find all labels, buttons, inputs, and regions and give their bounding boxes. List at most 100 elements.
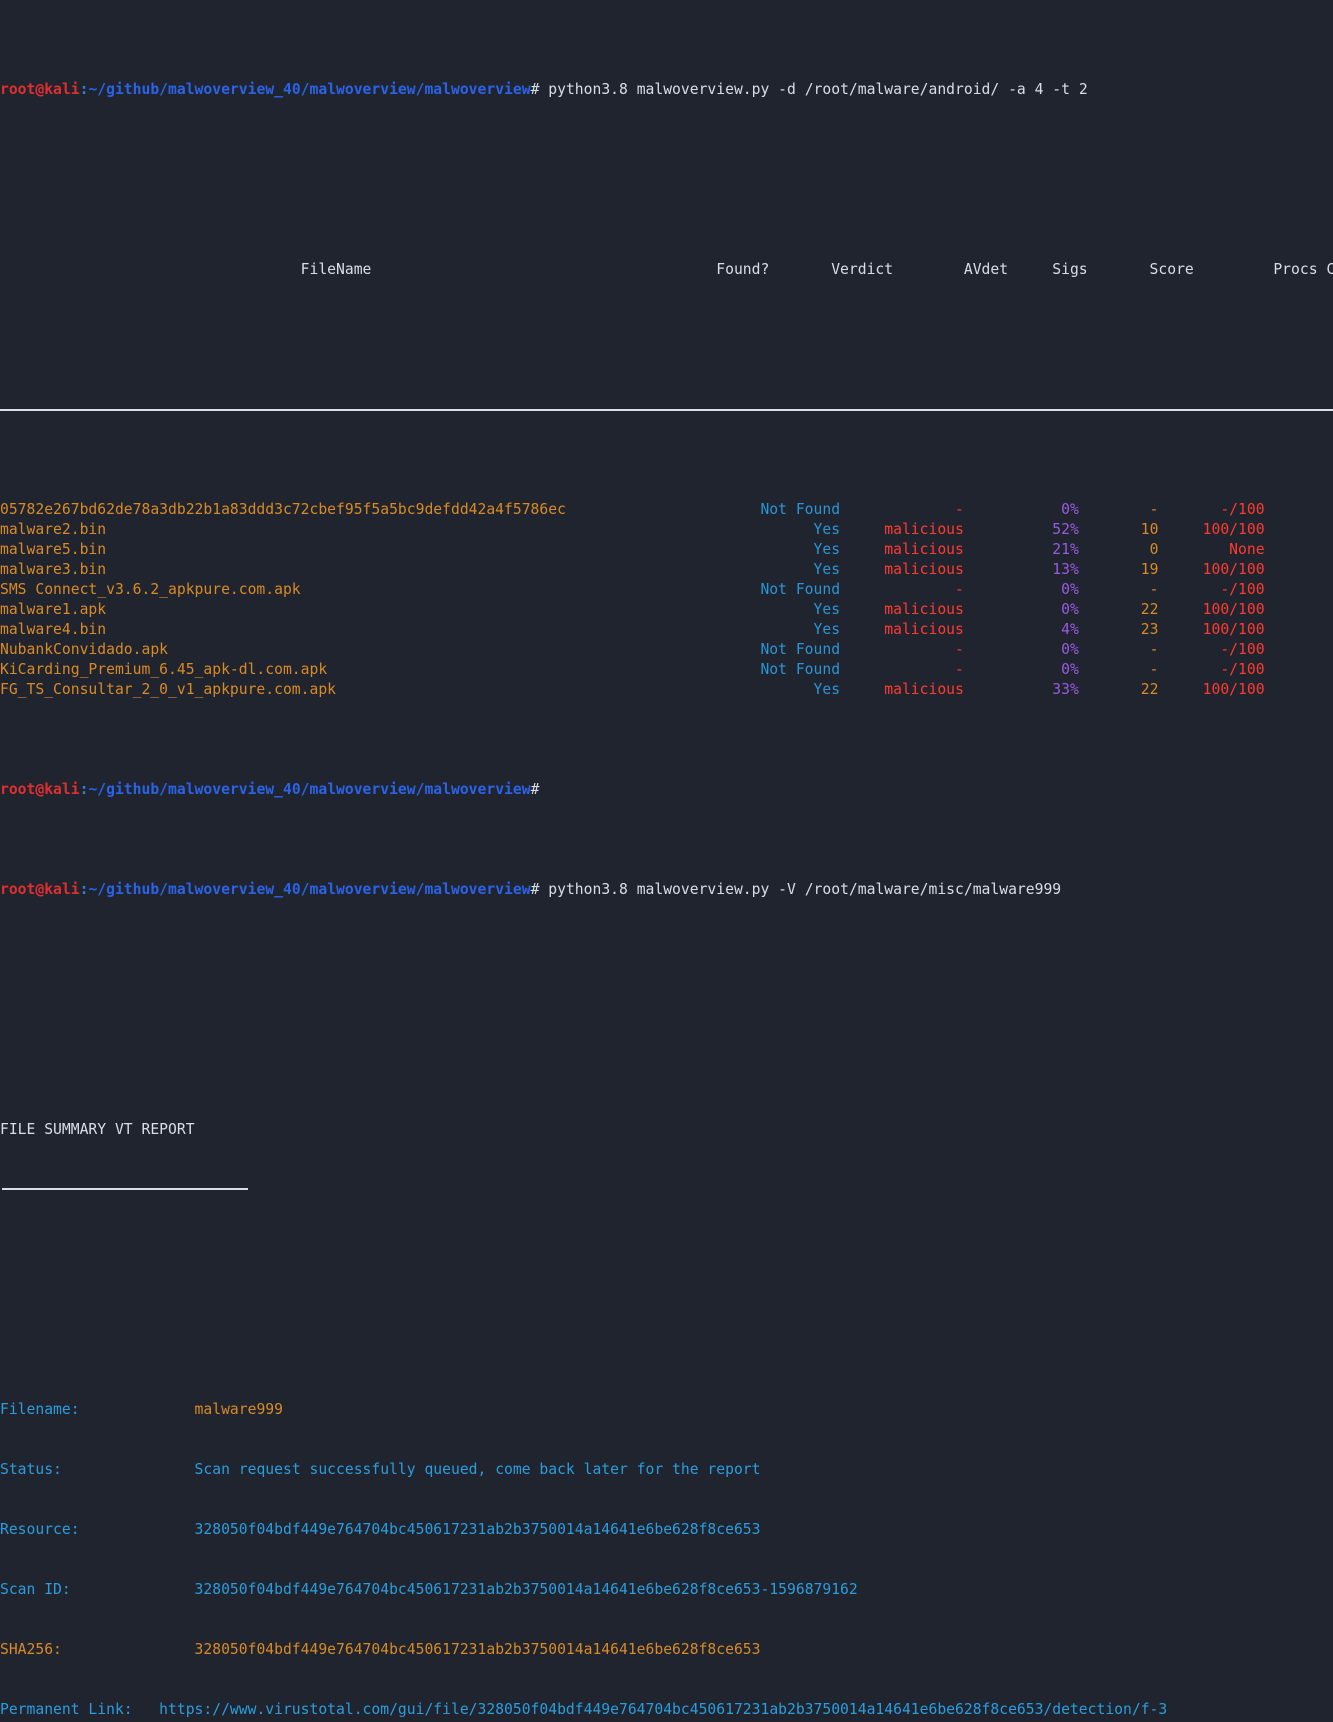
table-row[interactable]: malware2.bin Yes malicious 52% 10 100/10… <box>0 520 1333 540</box>
cell-procs: - <box>1265 641 1333 658</box>
cell-score: -/100 <box>1158 501 1265 518</box>
cell-found: Yes <box>742 601 841 618</box>
prompt-host: kali <box>44 81 80 98</box>
prompt-user: root <box>0 781 36 798</box>
table-row[interactable]: KiCarding_Premium_6.45_apk-dl.com.apk No… <box>0 660 1333 680</box>
cell-sigs: 22 <box>1078 601 1159 618</box>
cell-sigs: - <box>1078 581 1159 598</box>
cell-score: 100/100 <box>1158 601 1265 618</box>
cell-score: 100/100 <box>1158 521 1265 538</box>
summary-row-status: Status: Scan request successfully queued… <box>0 1461 761 1478</box>
prompt-host: kali <box>44 881 80 898</box>
cell-avdet: 0% <box>963 581 1079 598</box>
cell-found: Yes <box>742 621 841 638</box>
table-header-row: FileName Found? Verdict AVdet Sigs Score… <box>0 261 1333 278</box>
command-text-2: python3.8 malwoverview.py -V /root/malwa… <box>539 881 1062 898</box>
prompt-path: ~/github/malwoverview_40/malwoverview/ma… <box>88 81 531 98</box>
prompt-user: root <box>0 81 36 98</box>
cell-found: Not Found <box>742 661 841 678</box>
table-row[interactable]: FG_TS_Consultar_2_0_v1_apkpure.com.apk Y… <box>0 680 1333 700</box>
cell-procs: 0 <box>1265 541 1333 558</box>
prompt-host: kali <box>44 781 80 798</box>
cell-found: Yes <box>742 681 841 698</box>
cell-score: 100/100 <box>1158 561 1265 578</box>
cell-sigs: 22 <box>1078 681 1159 698</box>
cell-found: Yes <box>742 521 841 538</box>
cell-verdict: - <box>840 501 964 518</box>
file-summary-heading: FILE SUMMARY VT REPORT <box>0 1121 195 1138</box>
cell-procs: 0 <box>1265 681 1333 698</box>
table-row[interactable]: malware5.bin Yes malicious 21% 0 None 0 … <box>0 540 1333 560</box>
summary-row-sha256: SHA256: 328050f04bdf449e764704bc45061723… <box>0 1641 761 1658</box>
table-row[interactable]: NubankConvidado.apk Not Found - 0% - -/1… <box>0 640 1333 660</box>
filename-value: malware999 <box>194 1401 283 1418</box>
table-row[interactable]: malware1.apk Yes malicious 0% 22 100/100… <box>0 600 1333 620</box>
prompt-at: @ <box>35 81 45 98</box>
sha256-value: 328050f04bdf449e764704bc450617231ab2b375… <box>194 1641 761 1658</box>
cell-avdet: 0% <box>963 501 1079 518</box>
cell-sigs: - <box>1078 641 1159 658</box>
summary-row-filename: Filename: malware999 <box>0 1401 283 1418</box>
prompt-hash: # <box>530 781 540 798</box>
cell-filename: malware3.bin <box>0 561 743 578</box>
cell-avdet: 0% <box>963 601 1079 618</box>
cell-filename: NubankConvidado.apk <box>0 641 743 658</box>
cell-avdet: 13% <box>963 561 1079 578</box>
command-text-1: python3.8 malwoverview.py -d /root/malwa… <box>539 81 1088 98</box>
table-row[interactable]: malware3.bin Yes malicious 13% 19 100/10… <box>0 560 1333 580</box>
summary-row-resource: Resource: 328050f04bdf449e764704bc450617… <box>0 1521 761 1538</box>
cell-verdict: - <box>840 581 964 598</box>
cell-verdict: malicious <box>840 541 964 558</box>
cell-score: -/100 <box>1158 641 1265 658</box>
permalink-value-1: https://www.virustotal.com/gui/file/3280… <box>159 1701 1168 1718</box>
prompt-user: root <box>0 881 36 898</box>
cell-verdict: malicious <box>840 561 964 578</box>
cell-procs: - <box>1265 501 1333 518</box>
cell-verdict: - <box>840 661 964 678</box>
table-row[interactable]: malware4.bin Yes malicious 4% 23 100/100… <box>0 620 1333 640</box>
summary-row-permalink: Permanent Link: https://www.virustotal.c… <box>0 1701 1168 1718</box>
cell-sigs: - <box>1078 501 1159 518</box>
table-rule <box>0 400 1333 420</box>
cell-filename: malware1.apk <box>0 601 743 618</box>
prompt-path: ~/github/malwoverview_40/malwoverview/ma… <box>88 881 531 898</box>
prompt-at: @ <box>35 781 45 798</box>
cell-filename: malware5.bin <box>0 541 743 558</box>
cell-filename: FG_TS_Consultar_2_0_v1_apkpure.com.apk <box>0 681 743 698</box>
cell-score: -/100 <box>1158 581 1265 598</box>
table-row[interactable]: 05782e267bd62de78a3db22b1a83ddd3c72cbef9… <box>0 500 1333 520</box>
cell-filename: malware4.bin <box>0 621 743 638</box>
cell-sigs: 0 <box>1078 541 1159 558</box>
cell-procs: - <box>1265 581 1333 598</box>
cell-sigs: 10 <box>1078 521 1159 538</box>
cell-avdet: 21% <box>963 541 1079 558</box>
cell-avdet: 0% <box>963 641 1079 658</box>
prompt-line-1: root@kali:~/github/malwoverview_40/malwo… <box>0 80 1333 100</box>
prompt-path: ~/github/malwoverview_40/malwoverview/ma… <box>88 781 531 798</box>
cell-sigs: 23 <box>1078 621 1159 638</box>
cell-verdict: malicious <box>840 681 964 698</box>
cell-procs: 0 <box>1265 521 1333 538</box>
cell-found: Yes <box>742 561 841 578</box>
prompt-at: @ <box>35 881 45 898</box>
cell-avdet: 33% <box>963 681 1079 698</box>
cell-filename: malware2.bin <box>0 521 743 538</box>
cell-score: None <box>1158 541 1265 558</box>
cell-filename: KiCarding_Premium_6.45_apk-dl.com.apk <box>0 661 743 678</box>
cell-score: -/100 <box>1158 661 1265 678</box>
cell-found: Not Found <box>742 581 841 598</box>
prompt-hash: # <box>530 881 540 898</box>
cell-procs: 0 <box>1265 601 1333 618</box>
cell-verdict: - <box>840 641 964 658</box>
summary-row-scanid: Scan ID: 328050f04bdf449e764704bc4506172… <box>0 1581 858 1598</box>
cell-sigs: - <box>1078 661 1159 678</box>
prompt-line-2: root@kali:~/github/malwoverview_40/malwo… <box>0 780 1333 800</box>
terminal-window[interactable]: root@kali:~/github/malwoverview_40/malwo… <box>0 0 1333 1722</box>
cell-procs: 0 <box>1265 561 1333 578</box>
cell-procs: 0 <box>1265 621 1333 638</box>
table-row[interactable]: SMS Connect_v3.6.2_apkpure.com.apk Not F… <box>0 580 1333 600</box>
cell-avdet: 52% <box>963 521 1079 538</box>
cell-sigs: 19 <box>1078 561 1159 578</box>
file-summary-heading-underline <box>0 1180 1333 1200</box>
